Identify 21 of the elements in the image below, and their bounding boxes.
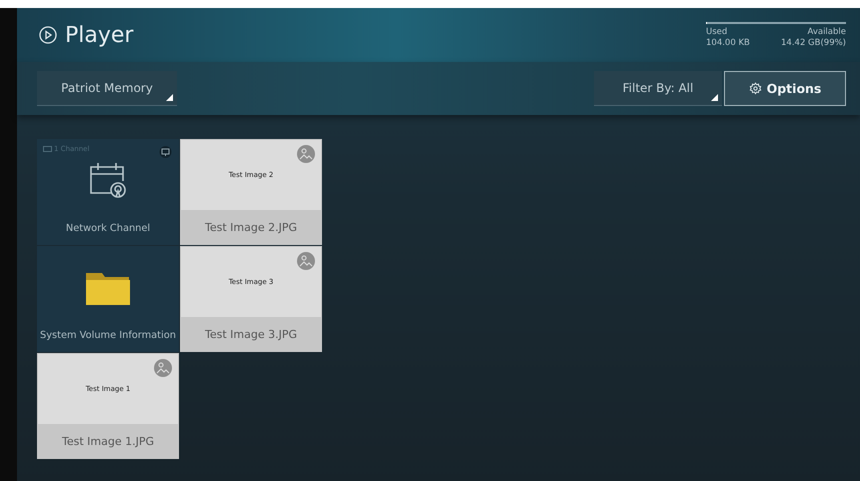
used-label: Used xyxy=(706,26,728,38)
image-badge-icon xyxy=(297,145,315,163)
image-badge-icon xyxy=(154,359,172,377)
tile-caption: Test Image 3.JPG xyxy=(181,317,321,351)
image-badge-icon xyxy=(297,252,315,270)
used-value: 104.00 KB xyxy=(706,38,750,48)
page-title: Player xyxy=(65,22,134,48)
tile-caption: Network Channel xyxy=(66,222,150,236)
available-label: Available xyxy=(808,26,846,38)
calendar-broadcast-icon xyxy=(88,160,128,200)
gear-icon xyxy=(748,82,762,95)
filter-dropdown[interactable]: Filter By: All xyxy=(594,71,722,106)
play-icon xyxy=(39,26,57,44)
available-value: 14.42 GB(99%) xyxy=(781,38,846,48)
tile-caption: System Volume Information xyxy=(40,328,176,342)
tile-caption: Test Image 1.JPG xyxy=(38,424,178,458)
tile-caption: Test Image 2.JPG xyxy=(181,210,321,244)
source-dropdown[interactable]: Patriot Memory xyxy=(37,71,177,106)
folder-tile[interactable]: System Volume Information xyxy=(37,246,179,352)
options-button[interactable]: Options xyxy=(724,71,846,106)
monitor-icon xyxy=(159,146,172,158)
